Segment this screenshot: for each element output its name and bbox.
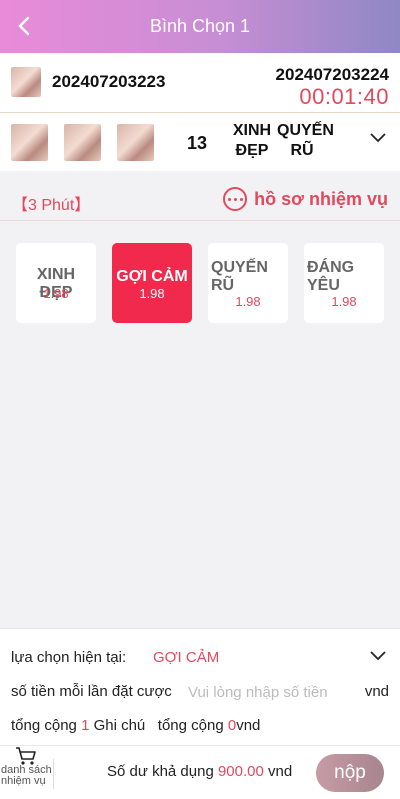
back-button[interactable] bbox=[10, 12, 38, 40]
result-label-1: XINH ĐẸP bbox=[232, 122, 272, 159]
chevron-down-icon[interactable] bbox=[370, 133, 386, 143]
chevron-left-icon bbox=[18, 16, 30, 36]
option-name: GỢI CẢM bbox=[116, 268, 188, 285]
result-image-2 bbox=[64, 124, 101, 161]
app-header: Bình Chọn 1 bbox=[0, 0, 400, 53]
more-icon bbox=[223, 187, 248, 211]
minutes-label: 【3 Phút】 bbox=[12, 197, 91, 214]
amount-label: số tiền mỗi lần đặt cược bbox=[11, 683, 172, 700]
total-prefix: tổng cộng bbox=[11, 717, 77, 734]
balance-value: 900.00 bbox=[217, 763, 264, 780]
balance-unit: vnd bbox=[268, 763, 293, 780]
option-dang-yeu[interactable]: ĐÁNG YÊU 1.98 bbox=[304, 243, 384, 323]
task-history-label: hồ sơ nhiệm vụ bbox=[254, 188, 388, 209]
current-period-id: 202407203223 bbox=[52, 72, 166, 91]
total-note: Ghi chú bbox=[93, 717, 146, 734]
rule-row: 【3 Phút】 hồ sơ nhiệm vụ bbox=[0, 181, 400, 221]
last-result-row[interactable]: 13 XINH ĐẸP QUYẾN RŨ bbox=[0, 113, 400, 171]
cart-icon bbox=[16, 747, 36, 765]
page-title: Bình Chọn 1 bbox=[149, 16, 251, 36]
result-image-1 bbox=[11, 124, 48, 161]
total-unit: vnd bbox=[236, 717, 261, 734]
total-row: tổng cộng 1 Ghi chú tổng cộng 0vnd bbox=[11, 717, 389, 734]
submit-button[interactable]: nộp bbox=[316, 754, 384, 792]
chevron-down-icon[interactable] bbox=[370, 651, 386, 661]
balance-label: Số dư khả dụng bbox=[107, 763, 214, 780]
total-count: 1 bbox=[81, 717, 90, 734]
period-avatar bbox=[11, 67, 41, 97]
result-number: 13 bbox=[187, 133, 208, 153]
current-choice-row[interactable]: lựa chọn hiện tại: GỢI CẢM bbox=[11, 649, 389, 666]
divider bbox=[53, 759, 54, 789]
option-odds: 1.98 bbox=[43, 286, 69, 301]
option-goi-cam[interactable]: GỢI CẢM 1.98 bbox=[112, 243, 192, 323]
option-name: QUYẾN RŨ bbox=[211, 259, 268, 294]
amount-row: số tiền mỗi lần đặt cược vnd bbox=[11, 680, 389, 704]
result-label-2: QUYẾN RŨ bbox=[277, 122, 334, 159]
options-area bbox=[0, 171, 400, 628]
task-list-button[interactable]: danh sách nhiệm vụ bbox=[0, 746, 52, 799]
bet-panel: lựa chọn hiện tại: GỢI CẢM số tiền mỗi l… bbox=[0, 628, 400, 745]
task-list-label: danh sách nhiệm vụ bbox=[1, 764, 52, 787]
result-image-3 bbox=[117, 124, 154, 161]
bottom-bar: danh sách nhiệm vụ Số dư khả dụng 900.00… bbox=[0, 745, 400, 799]
amount-unit: vnd bbox=[364, 683, 389, 700]
total-prefix-2: tổng cộng bbox=[157, 717, 224, 734]
option-quyen-ru[interactable]: QUYẾN RŨ 1.98 bbox=[208, 243, 288, 323]
balance: Số dư khả dụng 900.00 vnd bbox=[107, 763, 292, 780]
current-choice-label: lựa chọn hiện tại: bbox=[11, 649, 127, 666]
option-odds: 1.98 bbox=[331, 294, 357, 309]
countdown-timer: 00:01:40 bbox=[299, 84, 389, 109]
next-period-id: 202407203224 bbox=[275, 65, 389, 84]
task-history-link[interactable]: hồ sơ nhiệm vụ bbox=[223, 187, 388, 211]
option-odds: 1.98 bbox=[139, 286, 165, 301]
option-xinh-dep[interactable]: XINH ĐẸP 1.98 bbox=[16, 243, 96, 323]
amount-input[interactable] bbox=[188, 680, 348, 704]
period-bar: 202407203223 202407203224 00:01:40 bbox=[0, 53, 400, 113]
total-amount: 0 bbox=[227, 717, 237, 734]
option-odds: 1.98 bbox=[235, 294, 261, 309]
current-choice-value: GỢI CẢM bbox=[153, 649, 220, 666]
option-name: ĐÁNG YÊU bbox=[307, 259, 355, 294]
